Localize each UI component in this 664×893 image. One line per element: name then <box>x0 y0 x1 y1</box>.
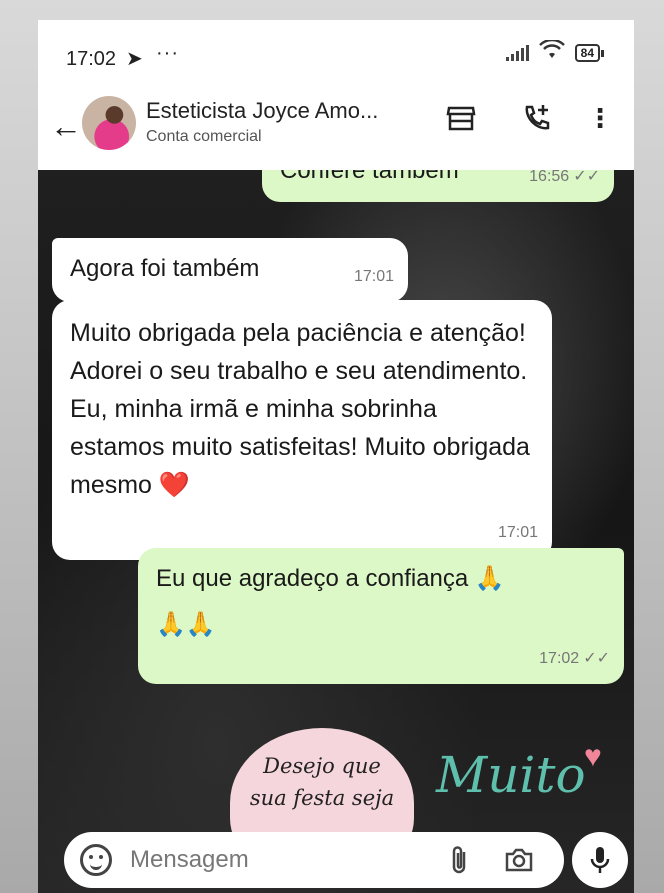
camera-icon[interactable] <box>504 846 534 879</box>
background-art-line2: sua festa seja <box>249 786 395 810</box>
more-vert-icon[interactable]: ⋮ <box>582 100 618 136</box>
add-call-icon[interactable] <box>518 100 554 136</box>
background-art-word: Muito <box>436 746 586 804</box>
message-text: Muito obrigada pela paciência e atenção!… <box>70 319 530 499</box>
message-composer[interactable]: Mensagem <box>64 832 564 888</box>
wifi-icon <box>538 38 565 66</box>
contact-name[interactable]: Esteticista Joyce Amo... <box>146 98 378 124</box>
message-incoming[interactable]: Muito obrigada pela paciência e atenção!… <box>52 300 552 560</box>
pink-heart-icon: ♥ <box>584 740 602 773</box>
message-incoming[interactable]: Agora foi também 17:01 <box>52 238 408 302</box>
message-text: Agora foi também <box>70 255 260 282</box>
status-right: 84 <box>505 38 605 66</box>
heart-emoji: ❤️ <box>158 471 191 499</box>
message-meta: 17:02 ✓✓ <box>539 642 610 676</box>
double-check-icon: ✓✓ <box>573 168 600 185</box>
avatar[interactable] <box>82 96 136 150</box>
status-bar: 17:02 ➤ ··· 84 <box>38 20 634 90</box>
attach-icon[interactable] <box>448 844 470 883</box>
message-time: 17:01 <box>497 524 538 541</box>
message-time: 16:56 <box>529 168 570 185</box>
background-art-line1: Desejo que <box>263 754 381 778</box>
phone-screen: 17:02 ➤ ··· 84 ← Esteticista Joyce Amo..… <box>38 20 634 893</box>
message-text: Eu que agradeço a confiança <box>156 565 469 592</box>
pray-emoji: 🙏🙏 <box>156 611 216 638</box>
pray-emoji: 🙏 <box>474 565 505 592</box>
message-input[interactable]: Mensagem <box>130 846 249 874</box>
status-time: 17:02 <box>66 48 117 70</box>
chat-header: ← Esteticista Joyce Amo... Conta comerci… <box>38 90 634 170</box>
contact-subtitle: Conta comercial <box>146 128 262 145</box>
double-check-icon: ✓✓ <box>583 650 610 667</box>
message-time: 17:02 <box>539 650 580 667</box>
back-arrow-icon[interactable]: ← <box>50 108 82 145</box>
chat-area: Desejo que sua festa seja Muito ♥ Confer… <box>38 150 634 893</box>
message-time: 17:01 <box>353 268 394 285</box>
message-outgoing[interactable]: Eu que agradeço a confiança 🙏 🙏🙏 17:02 ✓✓ <box>138 548 624 684</box>
telegram-icon: ➤ <box>126 48 143 70</box>
store-icon[interactable] <box>443 100 479 136</box>
signal-icon <box>505 45 529 61</box>
mic-icon[interactable] <box>572 832 628 888</box>
battery-indicator: 84 <box>574 44 605 62</box>
top-bar: 17:02 ➤ ··· 84 ← Esteticista Joyce Amo..… <box>38 20 634 170</box>
emoji-icon[interactable] <box>80 844 112 876</box>
more-notifications-icon: ··· <box>156 42 179 64</box>
